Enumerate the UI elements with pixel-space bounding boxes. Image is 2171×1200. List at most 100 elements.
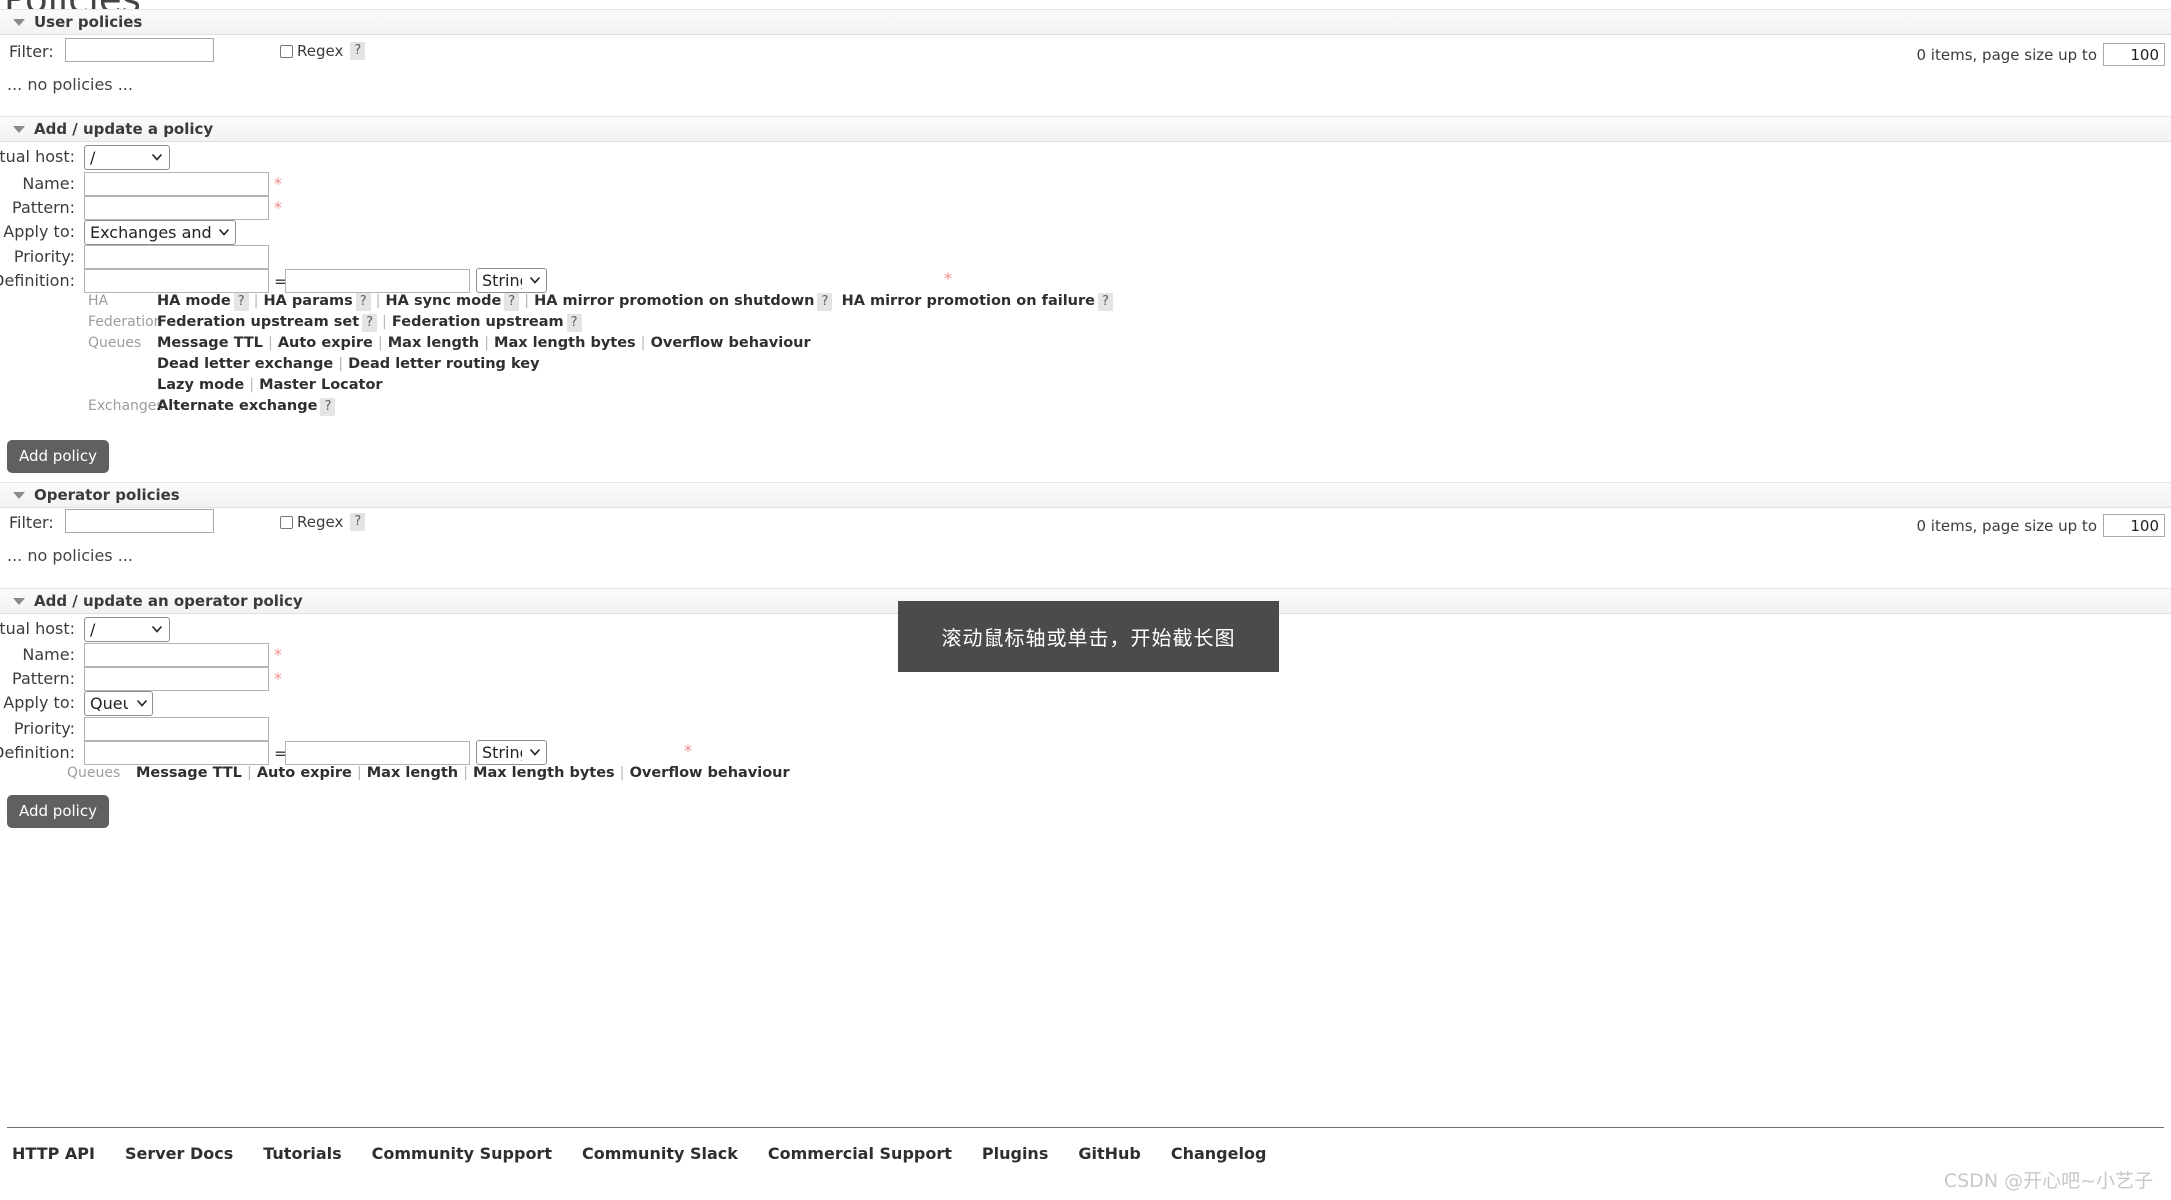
help-icon[interactable]: ? <box>1097 293 1113 311</box>
priority-label: Priority: <box>13 247 75 266</box>
virtual-host-label: Virtual host: <box>0 147 75 166</box>
name-label: Name: <box>22 645 75 664</box>
regex-toggle[interactable]: Regex ? <box>280 42 366 60</box>
hint-link-list: Message TTL | Auto expire | Max length | Max l… <box>136 765 790 781</box>
chevron-down-icon <box>13 18 25 26</box>
footer-link[interactable]: Server Docs <box>125 1144 233 1163</box>
hint-link-list: Federation upstream set? | Federation upst… <box>157 314 582 332</box>
hint-link[interactable]: Dead letter exchange <box>157 356 333 372</box>
hint-link[interactable]: Max length bytes <box>494 335 636 351</box>
hint-link[interactable]: Max length bytes <box>473 765 615 781</box>
help-icon[interactable]: ? <box>233 293 249 311</box>
help-icon[interactable]: ? <box>320 398 336 416</box>
help-icon[interactable]: ? <box>350 513 366 531</box>
virtual-host-label: Virtual host: <box>0 619 75 638</box>
footer-divider <box>7 1127 2164 1128</box>
help-icon[interactable]: ? <box>350 42 366 60</box>
hint-link[interactable]: Auto expire <box>257 765 352 781</box>
hint-link[interactable]: Federation upstream set <box>157 314 359 330</box>
hint-link[interactable]: HA mirror promotion on failure <box>842 293 1095 309</box>
filter-input[interactable] <box>65 38 214 62</box>
name-input[interactable] <box>84 172 269 196</box>
hint-link[interactable]: Message TTL <box>136 765 242 781</box>
help-icon[interactable]: ? <box>504 293 520 311</box>
definition-required-mark: * <box>944 269 952 288</box>
regex-toggle[interactable]: Regex ? <box>280 513 366 531</box>
virtual-host-select[interactable]: / <box>84 145 170 170</box>
section-title: User policies <box>34 13 143 31</box>
definition-value-input[interactable] <box>285 269 470 293</box>
filter-label: Filter: <box>9 513 54 532</box>
apply-to-select-wrap: Exchanges and queues <box>84 220 236 245</box>
separator: | <box>267 335 273 351</box>
screenshot-tooltip[interactable]: 滚动鼠标轴或单击，开始截长图 <box>898 601 1279 672</box>
footer-link[interactable]: Community Support <box>372 1144 552 1163</box>
regex-checkbox[interactable] <box>280 44 293 58</box>
footer-link[interactable]: Changelog <box>1171 1144 1267 1163</box>
hint-link[interactable]: HA mirror promotion on shutdown <box>534 293 814 309</box>
definition-key-input[interactable] <box>84 741 269 765</box>
section-header-operator-policies[interactable]: Operator policies <box>0 482 2171 508</box>
pattern-required-mark: * <box>274 669 282 688</box>
name-required-mark: * <box>274 645 282 664</box>
pattern-input[interactable] <box>84 667 269 691</box>
hint-link[interactable]: Overflow behaviour <box>630 765 790 781</box>
definition-value-input[interactable] <box>285 741 470 765</box>
separator: | <box>356 765 362 781</box>
footer-link[interactable]: HTTP API <box>12 1144 95 1163</box>
hint-group-label: Queues <box>67 765 121 781</box>
hint-link-list: Alternate exchange? <box>157 398 336 416</box>
pager: 0 items, page size up to <box>1917 43 2165 66</box>
name-input[interactable] <box>84 643 269 667</box>
footer-link[interactable]: Community Slack <box>582 1144 738 1163</box>
hint-link[interactable]: HA mode <box>157 293 231 309</box>
hint-link[interactable]: Alternate exchange <box>157 398 317 414</box>
separator: | <box>377 335 383 351</box>
regex-checkbox[interactable] <box>280 515 293 529</box>
hint-link[interactable]: Message TTL <box>157 335 263 351</box>
hint-link[interactable]: Dead letter routing key <box>348 356 539 372</box>
footer-links: HTTP API Server Docs Tutorials Community Su… <box>12 1144 1266 1163</box>
hint-link[interactable]: Max length <box>367 765 458 781</box>
priority-label: Priority: <box>13 719 75 738</box>
section-header-user-policies[interactable]: User policies <box>0 9 2171 35</box>
section-title: Operator policies <box>34 486 180 504</box>
hint-link[interactable]: HA params <box>264 293 353 309</box>
definition-key-input[interactable] <box>84 269 269 293</box>
operator-policies-empty: ... no policies ... <box>7 546 133 565</box>
apply-to-select[interactable]: Exchanges and queues <box>84 220 236 245</box>
hint-link[interactable]: Auto expire <box>278 335 373 351</box>
priority-input[interactable] <box>84 717 269 741</box>
apply-to-select[interactable]: Queues <box>84 691 153 716</box>
help-icon[interactable]: ? <box>566 314 582 332</box>
section-header-add-policy[interactable]: Add / update a policy <box>0 116 2171 142</box>
hint-link[interactable]: Master Locator <box>259 377 382 393</box>
filter-input[interactable] <box>65 509 214 533</box>
footer-link[interactable]: Commercial Support <box>768 1144 952 1163</box>
footer-link[interactable]: GitHub <box>1078 1144 1141 1163</box>
add-policy-button[interactable]: Add policy <box>7 440 109 473</box>
virtual-host-select[interactable]: / <box>84 617 170 642</box>
hint-link[interactable]: HA sync mode <box>386 293 502 309</box>
footer-link[interactable]: Plugins <box>982 1144 1048 1163</box>
virtual-host-select-wrap: / <box>84 617 170 642</box>
footer-link[interactable]: Tutorials <box>263 1144 341 1163</box>
help-icon[interactable]: ? <box>817 293 833 311</box>
help-icon[interactable]: ? <box>362 314 378 332</box>
definition-type-select[interactable]: String <box>476 740 547 765</box>
definition-type-select[interactable]: String <box>476 268 547 293</box>
hint-link-list: HA mode? | HA params? | HA sync mode? | HA mir… <box>157 293 1113 311</box>
hint-link[interactable]: Overflow behaviour <box>651 335 811 351</box>
hint-link[interactable]: Max length <box>388 335 479 351</box>
name-required-mark: * <box>274 174 282 193</box>
add-operator-policy-button[interactable]: Add policy <box>7 795 109 828</box>
page-size-input[interactable] <box>2103 43 2165 66</box>
hint-group-label: Federation <box>88 314 163 330</box>
hint-link[interactable]: Lazy mode <box>157 377 244 393</box>
page-size-input[interactable] <box>2103 514 2165 537</box>
priority-input[interactable] <box>84 245 269 269</box>
hint-link[interactable]: Federation upstream <box>392 314 564 330</box>
help-icon[interactable]: ? <box>355 293 371 311</box>
pattern-input[interactable] <box>84 196 269 220</box>
